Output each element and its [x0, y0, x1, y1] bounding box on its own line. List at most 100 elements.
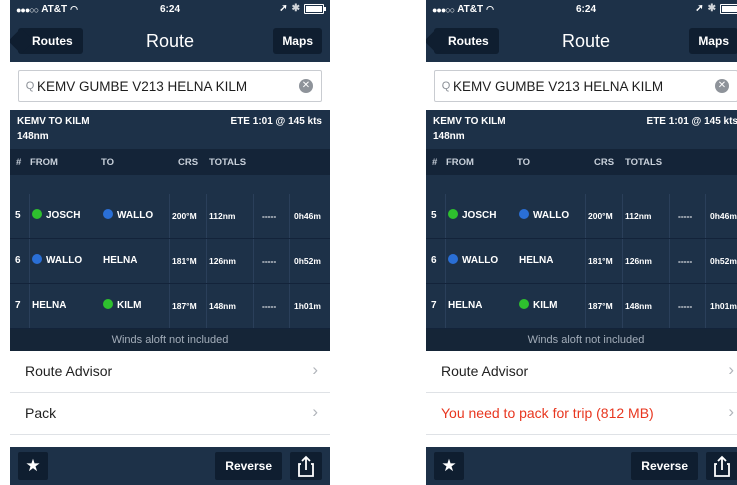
- search-box[interactable]: Q ✕: [434, 70, 737, 102]
- row-crs: 200°M: [172, 211, 197, 221]
- row-time: 0h46m: [710, 211, 737, 221]
- col-to: TO: [517, 157, 531, 168]
- col-crs: CRS: [594, 157, 615, 168]
- nav-bar: Routes Route Maps: [426, 20, 737, 62]
- battery-icon: [720, 3, 737, 14]
- star-icon[interactable]: ★: [434, 452, 464, 480]
- route-advisor-item[interactable]: Route Advisor ›: [426, 351, 737, 393]
- row-from: JOSCH: [46, 210, 81, 221]
- pack-item[interactable]: Pack ›: [10, 393, 330, 435]
- share-icon[interactable]: [290, 452, 322, 480]
- row-time: 1h01m: [294, 301, 321, 311]
- waypoint-dot-blue: [32, 254, 42, 264]
- row-to: KILM: [533, 300, 558, 311]
- table-row[interactable]: 5 JOSCH WALLO 200°M 112nm ----- 0h46m: [10, 194, 330, 239]
- table-row[interactable]: 6 WALLO HELNA 181°M 126nm ----- 0h52m: [426, 239, 737, 284]
- row-to: WALLO: [533, 210, 570, 221]
- row-crs: 187°M: [588, 301, 613, 311]
- row-dist: 112nm: [625, 211, 652, 221]
- location-icon: ➚: [695, 3, 704, 14]
- pack-label: Pack: [25, 405, 57, 421]
- route-name: KEMV TO KILM: [17, 116, 90, 127]
- row-from: WALLO: [46, 255, 83, 266]
- search-icon: Q: [441, 80, 451, 92]
- waypoint-dot-blue: [519, 209, 529, 219]
- bottom-toolbar: ★ Reverse: [426, 447, 737, 485]
- route-ete: ETE 1:01 @ 145 kts: [230, 116, 322, 127]
- row-from: HELNA: [32, 300, 67, 311]
- row-time: 0h46m: [294, 211, 321, 221]
- search-area: Q ✕: [426, 62, 737, 110]
- table-row[interactable]: 5 JOSCH WALLO 200°M 112nm ----- 0h46m: [426, 194, 737, 239]
- row-num: 6: [15, 255, 21, 266]
- search-area: Q ✕: [10, 62, 330, 110]
- waypoint-dot-green: [519, 299, 529, 309]
- col-num: #: [16, 157, 22, 168]
- row-time: 1h01m: [710, 301, 737, 311]
- row-to: HELNA: [103, 255, 138, 266]
- table-row[interactable]: 6 WALLO HELNA 181°M 126nm ----- 0h52m: [10, 239, 330, 284]
- clear-icon[interactable]: ✕: [715, 79, 729, 93]
- table-header: # FROM TO CRS TOTALS: [426, 149, 737, 175]
- table-row[interactable]: 7 HELNA KILM 187°M 148nm ----- 1h01m: [426, 284, 737, 329]
- col-from: FROM: [30, 157, 58, 168]
- table-row-partial: [10, 175, 330, 194]
- waypoint-dot-blue: [103, 209, 113, 219]
- col-to: TO: [101, 157, 115, 168]
- route-distance: 148nm: [17, 131, 49, 142]
- location-icon: ➚: [279, 3, 288, 14]
- share-icon[interactable]: [706, 452, 737, 480]
- waypoint-dot-blue: [448, 254, 458, 264]
- row-from: HELNA: [448, 300, 483, 311]
- maps-button[interactable]: Maps: [273, 28, 322, 54]
- row-dist: 148nm: [625, 301, 652, 311]
- waypoint-dot-green: [32, 209, 42, 219]
- row-dash: -----: [262, 301, 277, 311]
- route-name: KEMV TO KILM: [433, 116, 506, 127]
- chevron-right-icon: ›: [312, 402, 318, 421]
- route-summary: KEMV TO KILM 148nm ETE 1:01 @ 145 kts: [426, 110, 737, 149]
- star-icon[interactable]: ★: [18, 452, 48, 480]
- row-time: 0h52m: [294, 256, 321, 266]
- status-bar: ●●●○○ AT&T ◠ 6:24 ➚ ✱: [10, 0, 330, 20]
- row-crs: 200°M: [588, 211, 613, 221]
- row-num: 5: [431, 210, 437, 221]
- row-dash: -----: [678, 256, 693, 266]
- battery-icon: [304, 3, 326, 14]
- table-row[interactable]: 7 HELNA KILM 187°M 148nm ----- 1h01m: [10, 284, 330, 329]
- search-box[interactable]: Q ✕: [18, 70, 322, 102]
- screen-right: ●●●○○ AT&T ◠ 6:24 ➚ ✱ Routes Route Maps …: [426, 0, 737, 485]
- pack-item[interactable]: You need to pack for trip (812 MB) ›: [426, 393, 737, 435]
- row-dash: -----: [262, 256, 277, 266]
- maps-button[interactable]: Maps: [689, 28, 737, 54]
- screen-left: ●●●○○ AT&T ◠ 6:24 ➚ ✱ Routes Route Maps …: [10, 0, 330, 485]
- nav-bar: Routes Route Maps: [10, 20, 330, 62]
- chevron-right-icon: ›: [728, 402, 734, 421]
- reverse-button[interactable]: Reverse: [631, 452, 698, 480]
- winds-note: Winds aloft not included: [426, 329, 737, 351]
- clear-icon[interactable]: ✕: [299, 79, 313, 93]
- route-advisor-label: Route Advisor: [25, 363, 113, 379]
- row-dash: -----: [678, 301, 693, 311]
- row-dist: 148nm: [209, 301, 236, 311]
- route-search-input[interactable]: [37, 78, 299, 94]
- route-search-input[interactable]: [453, 78, 715, 94]
- route-distance: 148nm: [433, 131, 465, 142]
- route-advisor-item[interactable]: Route Advisor ›: [10, 351, 330, 393]
- waypoint-dot-green: [103, 299, 113, 309]
- table-header: # FROM TO CRS TOTALS: [10, 149, 330, 175]
- chevron-right-icon: ›: [312, 360, 318, 379]
- col-num: #: [432, 157, 438, 168]
- row-num: 5: [15, 210, 21, 221]
- reverse-button[interactable]: Reverse: [215, 452, 282, 480]
- bottom-toolbar: ★ Reverse: [10, 447, 330, 485]
- row-to: WALLO: [117, 210, 154, 221]
- bluetooth-icon: ✱: [707, 3, 716, 14]
- col-from: FROM: [446, 157, 474, 168]
- pack-warning-label: You need to pack for trip (812 MB): [441, 405, 654, 421]
- row-num: 6: [431, 255, 437, 266]
- route-advisor-label: Route Advisor: [441, 363, 529, 379]
- waypoint-dot-green: [448, 209, 458, 219]
- row-to: KILM: [117, 300, 142, 311]
- row-crs: 187°M: [172, 301, 197, 311]
